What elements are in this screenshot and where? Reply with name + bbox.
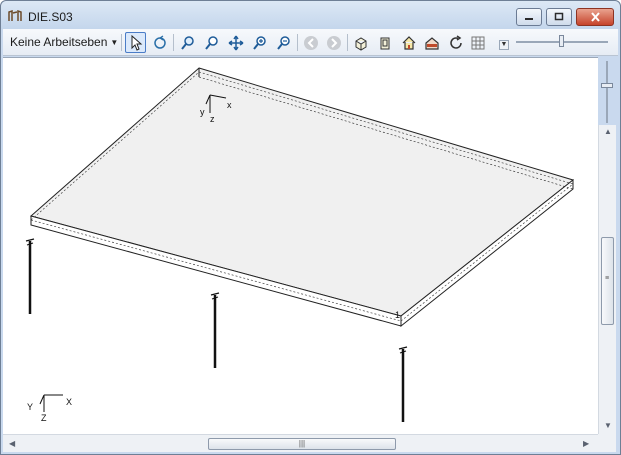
select-arrow-icon: [131, 34, 142, 51]
app-icon: [8, 10, 22, 21]
zoom-slider-thumb[interactable]: [559, 35, 564, 47]
view-iso-button[interactable]: [350, 32, 371, 53]
view-front-icon: [380, 37, 389, 49]
axis-bottom-z-label: Z: [41, 413, 47, 423]
back-icon: [303, 35, 318, 50]
scrollbar-corner: [598, 434, 616, 452]
home-icon: [402, 35, 415, 50]
refresh-button[interactable]: [445, 32, 466, 53]
zoom-window-button[interactable]: [177, 32, 198, 53]
maximize-button[interactable]: [546, 8, 572, 26]
axis-bottom-y-label: Y: [27, 402, 33, 412]
section-view-button[interactable]: [421, 32, 442, 53]
minimize-button[interactable]: [516, 8, 542, 26]
pan-button[interactable]: [225, 32, 246, 53]
slab-top-face: [29, 67, 575, 317]
toolbar-separator: [121, 34, 122, 51]
scroll-down-icon[interactable]: ▼: [604, 421, 612, 431]
toolbar: Keine Arbeitseben ▼ ▼: [3, 29, 618, 56]
axis-top-y-label: y: [200, 107, 205, 117]
app-window: DIE.S03 Keine Arbeitseben ▼ ▼ 1 x y z X …: [0, 0, 621, 455]
column-1: [25, 238, 35, 314]
forward-icon: [326, 35, 341, 50]
horizontal-grip-icon: |||: [298, 439, 306, 448]
close-button[interactable]: [576, 8, 614, 26]
zoom-in-icon: [252, 35, 266, 50]
horizontal-scroll-thumb[interactable]: |||: [208, 438, 396, 450]
pan-icon: [228, 35, 243, 50]
axis-bottom-x-label: X: [66, 397, 72, 407]
vertical-scrollbar[interactable]: ▲ ≡ ▼: [598, 125, 616, 434]
model-drawing[interactable]: 1 x y z X Y Z: [3, 58, 598, 434]
refresh-icon: [449, 34, 462, 49]
rotate-view-icon: [153, 34, 166, 49]
scroll-left-icon[interactable]: ◀: [9, 439, 15, 449]
grid-button[interactable]: [467, 32, 488, 53]
view-front-button[interactable]: [374, 32, 395, 53]
back-button[interactable]: [300, 32, 321, 53]
vertical-zoom-slider-thumb[interactable]: [601, 83, 613, 88]
house-section-icon: [424, 36, 439, 50]
horizontal-scrollbar[interactable]: ◀ ||| ▶: [3, 434, 598, 452]
vertical-zoom-slider-track[interactable]: [606, 61, 608, 123]
minimize-icon: [525, 18, 533, 20]
toolbar-separator: [347, 34, 348, 51]
home-view-button[interactable]: [398, 32, 419, 53]
column-3: [398, 346, 408, 422]
drawing-viewport[interactable]: 1 x y z X Y Z: [3, 57, 598, 434]
axis-top-z-label: z: [210, 114, 215, 124]
zoom-icon: [204, 35, 218, 50]
zoom-button[interactable]: [201, 32, 222, 53]
close-icon: [590, 12, 600, 22]
scroll-right-icon[interactable]: ▶: [583, 439, 589, 449]
window-title: DIE.S03: [28, 10, 73, 24]
workplane-label: Keine Arbeitseben: [10, 35, 108, 49]
vertical-scroll-thumb[interactable]: ≡: [601, 237, 614, 325]
axis-top-x-label: x: [227, 100, 232, 110]
dropdown-arrow-icon: ▼: [110, 37, 119, 47]
zoom-out-button[interactable]: [273, 32, 294, 53]
vertical-grip-icon: ≡: [605, 275, 610, 282]
scroll-up-icon[interactable]: ▲: [604, 127, 612, 137]
title-bar[interactable]: DIE.S03: [1, 1, 620, 29]
view-iso-icon: [355, 36, 366, 51]
forward-button[interactable]: [323, 32, 344, 53]
toolbar-overflow-icon[interactable]: ▼: [499, 40, 509, 50]
workplane-dropdown[interactable]: Keine Arbeitseben ▼: [6, 32, 122, 52]
maximize-icon: [554, 12, 564, 21]
zoom-window-icon: [180, 35, 194, 50]
column-2: [210, 292, 220, 368]
zoom-out-icon: [276, 35, 290, 50]
grid-icon: [471, 36, 484, 49]
select-tool-button[interactable]: [125, 32, 146, 53]
zoom-in-button[interactable]: [249, 32, 270, 53]
rotate-view-button[interactable]: [149, 32, 170, 53]
toolbar-separator: [297, 34, 298, 51]
node-label: 1: [395, 310, 400, 320]
toolbar-separator: [173, 34, 174, 51]
axis-triad-bottom: X Y Z: [27, 394, 72, 423]
